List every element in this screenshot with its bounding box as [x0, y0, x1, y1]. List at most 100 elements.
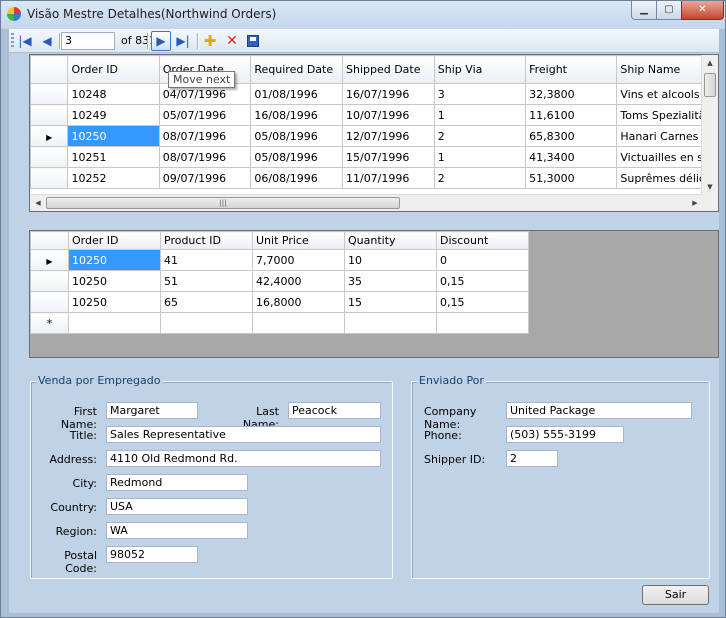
cell[interactable] — [160, 312, 253, 334]
row-header-corner[interactable] — [30, 55, 69, 84]
cell[interactable]: 15 — [344, 291, 437, 313]
company-name-field[interactable]: United Package — [506, 402, 692, 419]
cell[interactable]: 7,7000 — [252, 249, 345, 271]
order-details-grid[interactable]: Order ID Product ID Unit Price Quantity … — [29, 230, 719, 358]
minimize-button[interactable]: ▁ — [631, 1, 657, 20]
title-field[interactable]: Sales Representative — [106, 426, 381, 443]
city-field[interactable]: Redmond — [106, 474, 248, 491]
row-header[interactable] — [30, 270, 69, 292]
toolbar-grip[interactable] — [11, 33, 14, 49]
phone-field[interactable]: (503) 555-3199 — [506, 426, 624, 443]
save-button[interactable] — [243, 31, 263, 51]
cell[interactable]: 51,3000 — [525, 167, 618, 189]
cell[interactable]: 15/07/1996 — [341, 146, 435, 168]
cell[interactable]: 05/08/1996 — [250, 125, 343, 147]
cell[interactable]: 12/07/1996 — [341, 125, 435, 147]
cell[interactable]: 1 — [433, 104, 527, 126]
column-header[interactable]: Ship Via — [433, 55, 527, 84]
row-header[interactable]: ▶ — [30, 125, 69, 147]
cell[interactable]: 10249 — [67, 104, 160, 126]
table-row[interactable]: 10249 05/07/1996 16/08/1996 10/07/1996 1… — [30, 104, 718, 126]
cell[interactable] — [436, 312, 529, 334]
cell[interactable]: 01/08/1996 — [250, 83, 343, 105]
cell[interactable]: 0,15 — [436, 270, 529, 292]
row-header-corner[interactable] — [30, 231, 69, 250]
last-name-field[interactable]: Peacock — [288, 402, 381, 419]
postal-code-field[interactable]: 98052 — [106, 546, 198, 563]
table-row[interactable]: 10250 51 42,4000 35 0,15 — [30, 270, 529, 292]
title-bar[interactable]: Visão Mestre Detalhes(Northwind Orders) … — [1, 1, 725, 29]
cell[interactable]: 10251 — [67, 146, 160, 168]
scroll-thumb[interactable] — [704, 73, 716, 97]
cell[interactable]: 16/07/1996 — [341, 83, 435, 105]
cell[interactable]: 06/08/1996 — [250, 167, 343, 189]
cell[interactable]: 05/07/1996 — [158, 104, 252, 126]
table-row[interactable]: 10251 08/07/1996 05/08/1996 15/07/1996 1… — [30, 146, 718, 168]
cell[interactable]: 2 — [433, 125, 527, 147]
position-input[interactable]: 3 — [61, 32, 115, 50]
cell[interactable]: 42,4000 — [252, 270, 345, 292]
column-header[interactable]: Freight — [525, 55, 618, 84]
selected-cell[interactable]: 10250 — [68, 249, 161, 271]
cell[interactable]: 2 — [433, 167, 527, 189]
column-header[interactable]: Unit Price — [252, 231, 345, 250]
region-field[interactable]: WA — [106, 522, 248, 539]
scroll-thumb-horizontal[interactable]: ||| — [46, 197, 400, 209]
table-row[interactable]: 10250 65 16,8000 15 0,15 — [30, 291, 529, 313]
cell[interactable]: 10250 — [68, 291, 161, 313]
cell[interactable]: 10252 — [67, 167, 160, 189]
table-row-current[interactable]: ▶ 10250 08/07/1996 05/08/1996 12/07/1996… — [30, 125, 718, 147]
cell[interactable]: 1 — [433, 146, 527, 168]
move-first-button[interactable]: |◀ — [15, 31, 35, 51]
cell[interactable]: 08/07/1996 — [158, 146, 252, 168]
column-header[interactable]: Quantity — [344, 231, 437, 250]
scroll-left-icon[interactable]: ◀ — [30, 195, 46, 211]
cell[interactable] — [68, 312, 161, 334]
scroll-up-icon[interactable]: ▲ — [702, 55, 718, 71]
move-next-button[interactable]: ▶ — [151, 31, 171, 51]
row-header[interactable] — [30, 83, 69, 105]
cell[interactable]: 41,3400 — [525, 146, 618, 168]
selected-cell[interactable]: 10250 — [67, 125, 160, 147]
column-header[interactable]: Discount — [436, 231, 529, 250]
column-header[interactable]: Product ID — [160, 231, 253, 250]
cell[interactable]: 41 — [160, 249, 253, 271]
cell[interactable]: 11,6100 — [525, 104, 618, 126]
table-row[interactable]: 10252 09/07/1996 06/08/1996 11/07/1996 2… — [30, 167, 718, 189]
move-last-button[interactable]: ▶| — [173, 31, 193, 51]
cell[interactable]: 51 — [160, 270, 253, 292]
cell[interactable]: 3 — [433, 83, 527, 105]
cell[interactable]: 10 — [344, 249, 437, 271]
column-header[interactable]: Order ID — [68, 231, 161, 250]
cell[interactable]: 65,8300 — [525, 125, 618, 147]
cell[interactable]: 10/07/1996 — [341, 104, 435, 126]
move-previous-button[interactable]: ◀ — [37, 31, 57, 51]
row-header[interactable] — [30, 167, 69, 189]
vertical-scrollbar[interactable]: ▲ ▼ — [701, 55, 718, 195]
cell[interactable]: 16/08/1996 — [250, 104, 343, 126]
table-row[interactable]: 10248 04/07/1996 01/08/1996 16/07/1996 3… — [30, 83, 718, 105]
delete-button[interactable]: ✕ — [222, 31, 242, 51]
cell[interactable]: 10248 — [67, 83, 160, 105]
exit-button[interactable]: Sair — [642, 585, 709, 605]
orders-grid[interactable]: Order ID Order Date Required Date Shippe… — [29, 54, 719, 212]
first-name-field[interactable]: Margaret — [106, 402, 198, 419]
add-new-button[interactable]: ✚ — [200, 31, 220, 51]
maximize-button[interactable]: ▢ — [656, 1, 682, 20]
cell[interactable]: 11/07/1996 — [341, 167, 435, 189]
shipper-id-field[interactable]: 2 — [506, 450, 558, 467]
close-button[interactable]: ✕ — [681, 1, 724, 20]
cell[interactable]: 16,8000 — [252, 291, 345, 313]
new-row[interactable]: * — [30, 312, 529, 334]
row-header[interactable]: ▶ — [30, 249, 69, 271]
address-field[interactable]: 4110 Old Redmond Rd. — [106, 450, 381, 467]
row-header[interactable] — [30, 146, 69, 168]
cell[interactable]: 05/08/1996 — [250, 146, 343, 168]
cell[interactable]: 08/07/1996 — [158, 125, 252, 147]
cell[interactable]: 09/07/1996 — [158, 167, 252, 189]
cell[interactable]: 65 — [160, 291, 253, 313]
column-header[interactable]: Order ID — [67, 55, 160, 84]
cell[interactable]: 10250 — [68, 270, 161, 292]
country-field[interactable]: USA — [106, 498, 248, 515]
cell[interactable]: 0 — [436, 249, 529, 271]
